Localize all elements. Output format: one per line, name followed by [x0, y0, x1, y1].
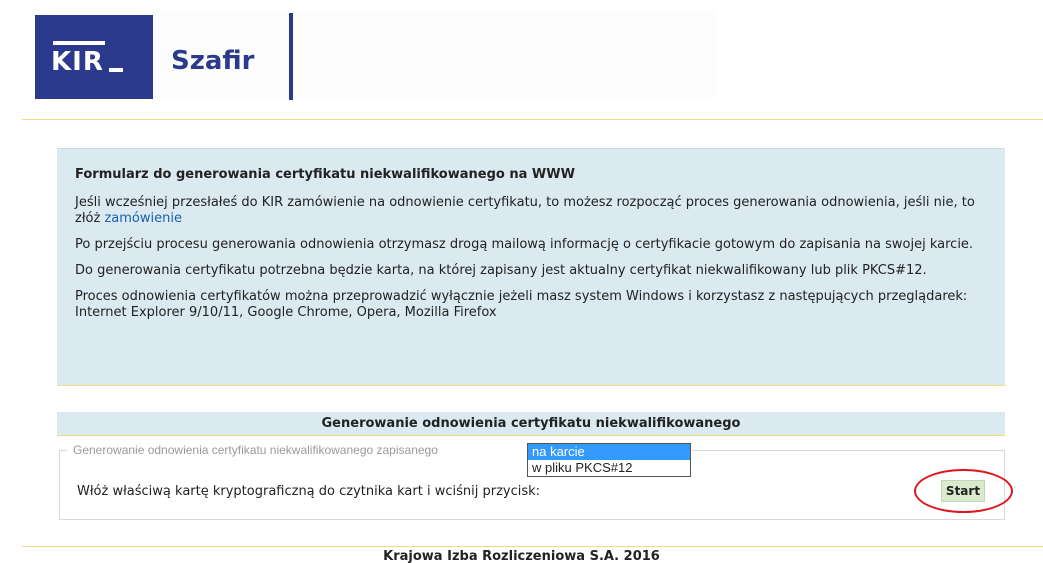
logo-bar: [109, 68, 123, 72]
logo-divider: [289, 13, 293, 100]
fieldset-border: [59, 450, 67, 451]
instruction-text: Włóż właściwą kartę kryptograficzną do c…: [77, 484, 541, 499]
info-paragraph: Jeśli wcześniej przesłałeś do KIR zamówi…: [75, 195, 995, 227]
fieldset-border: [692, 450, 1005, 451]
footer-text: Krajowa Izba Rozliczeniowa S.A. 2016: [383, 549, 660, 563]
storage-select-list[interactable]: na karcie w pliku PKCS#12: [527, 443, 691, 477]
logo-kir-text: KIR: [51, 47, 104, 77]
info-box: Formularz do generowania certyfikatu nie…: [57, 148, 1005, 386]
info-paragraph: Do generowania certyfikatu potrzebna będ…: [75, 263, 927, 278]
footer-divider: [22, 546, 1043, 547]
kir-logo: KIR: [35, 15, 153, 99]
start-button[interactable]: Start: [941, 480, 985, 502]
header-divider: [22, 119, 1043, 120]
option-card[interactable]: na karcie: [528, 444, 690, 460]
fieldset-legend: Generowanie odnowienia certyfikatu niekw…: [73, 443, 438, 457]
logo-bar: [53, 41, 105, 45]
order-link[interactable]: zamówienie: [104, 211, 182, 226]
info-paragraph: Po przejściu procesu generowania odnowie…: [75, 237, 974, 252]
szafir-logo-text: Szafir: [171, 46, 255, 76]
info-title: Formularz do generowania certyfikatu nie…: [75, 167, 575, 182]
option-pkcs12[interactable]: w pliku PKCS#12: [528, 460, 690, 476]
info-paragraph-text: Jeśli wcześniej przesłałeś do KIR zamówi…: [75, 195, 975, 226]
info-paragraph: Proces odnowienia certyfikatów można prz…: [75, 289, 968, 320]
page: KIR Szafir Formularz do generowania cert…: [0, 0, 1043, 563]
section-title: Generowanie odnowienia certyfikatu niekw…: [57, 412, 1005, 436]
